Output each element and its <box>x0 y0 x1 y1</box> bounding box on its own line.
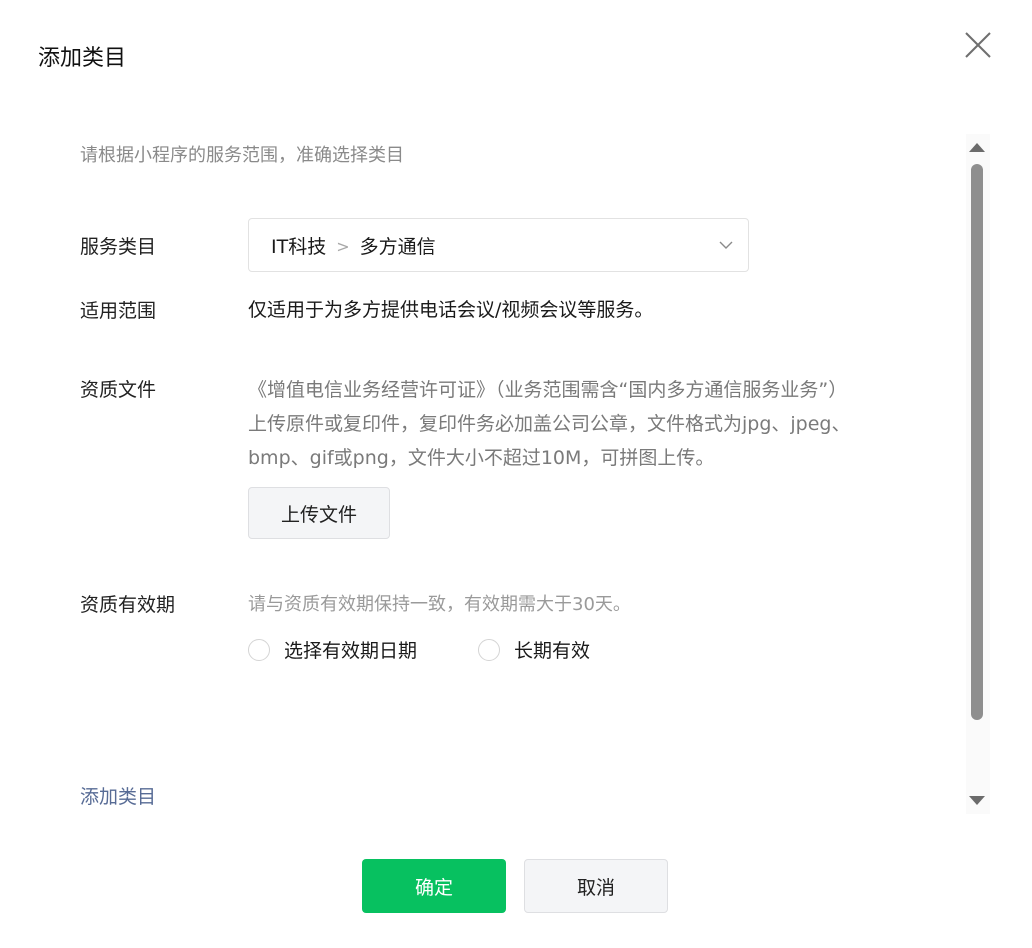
dialog-title: 添加类目 <box>38 46 127 71</box>
scope-text: 仅适用于为多方提供电话会议/视频会议等服务。 <box>248 299 654 321</box>
qualification-desc-line: 《增值电信业务经营许可证》（业务范围需含“国内多方通信服务业务”） <box>248 379 848 401</box>
add-category-link[interactable]: 添加类目 <box>80 782 156 809</box>
radio-circle-icon <box>248 638 270 661</box>
close-button[interactable] <box>962 29 994 61</box>
radio-long-term[interactable]: 长期有效 <box>478 636 590 663</box>
cancel-button[interactable]: 取消 <box>524 859 668 913</box>
scrollbar-thumb[interactable] <box>971 164 983 720</box>
qualification-desc-line: 上传原件或复印件，复印件务必加盖公司公章，文件格式为jpg、jpeg、 <box>248 413 851 435</box>
radio-label: 长期有效 <box>514 640 591 662</box>
chevron-down-icon <box>719 241 733 249</box>
service-category-label: 服务类目 <box>80 236 157 258</box>
category-level1: IT科技 <box>271 236 327 258</box>
category-level2: 多方通信 <box>359 236 436 258</box>
qualification-label: 资质文件 <box>80 379 157 401</box>
intro-text: 请根据小程序的服务范围，准确选择类目 <box>80 145 404 166</box>
close-icon <box>965 32 991 58</box>
arrow-up-icon[interactable] <box>969 143 985 152</box>
validity-label: 资质有效期 <box>80 594 176 616</box>
upload-file-button[interactable]: 上传文件 <box>248 487 390 539</box>
category-path: IT科技 > 多方通信 <box>271 232 436 259</box>
arrow-down-icon[interactable] <box>969 796 985 805</box>
qualification-description: 《增值电信业务经营许可证》（业务范围需含“国内多方通信服务业务”） 上传原件或复… <box>248 373 928 475</box>
confirm-button[interactable]: 确定 <box>362 859 506 913</box>
validity-hint: 请与资质有效期保持一致，有效期需大于30天。 <box>248 594 631 615</box>
chevron-right-icon: > <box>336 237 350 256</box>
radio-select-date[interactable]: 选择有效期日期 <box>248 636 417 663</box>
scope-label: 适用范围 <box>80 300 157 322</box>
radio-label: 选择有效期日期 <box>284 640 418 662</box>
service-category-select[interactable]: IT科技 > 多方通信 <box>248 218 749 272</box>
radio-circle-icon <box>478 638 500 661</box>
qualification-desc-line: bmp、gif或png，文件大小不超过10M，可拼图上传。 <box>248 447 715 469</box>
